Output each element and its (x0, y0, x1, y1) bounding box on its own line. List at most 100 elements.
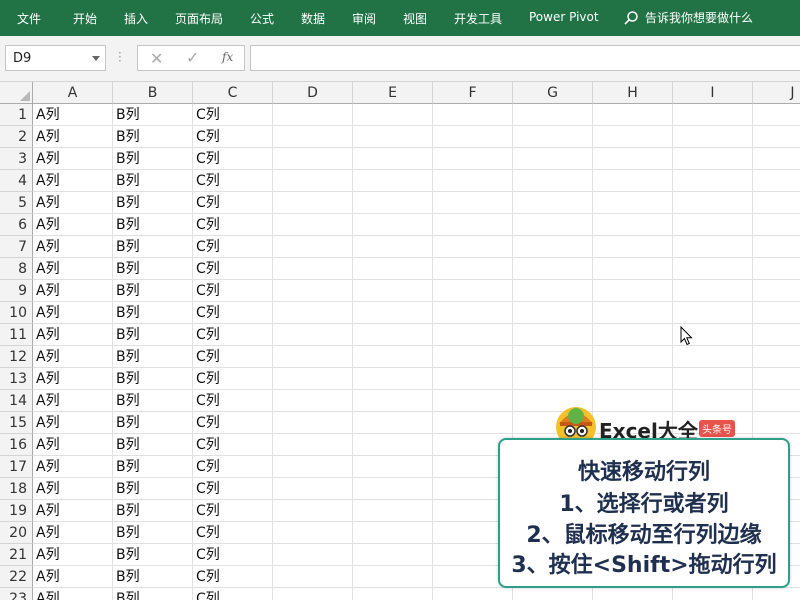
cell-d18[interactable] (273, 478, 353, 500)
cell-b18[interactable]: B列 (113, 478, 193, 500)
cell-a6[interactable]: A列 (33, 214, 113, 236)
cell-j4[interactable] (753, 170, 800, 192)
cell-f3[interactable] (433, 148, 513, 170)
cell-i5[interactable] (673, 192, 753, 214)
cell-i8[interactable] (673, 258, 753, 280)
cell-i4[interactable] (673, 170, 753, 192)
cell-d10[interactable] (273, 302, 353, 324)
cell-h5[interactable] (593, 192, 673, 214)
cell-b15[interactable]: B列 (113, 412, 193, 434)
cell-e19[interactable] (353, 500, 433, 522)
row-header[interactable]: 22 (0, 566, 33, 588)
cell-e18[interactable] (353, 478, 433, 500)
cell-e5[interactable] (353, 192, 433, 214)
column-header-j[interactable]: J (753, 82, 800, 104)
cell-e12[interactable] (353, 346, 433, 368)
cell-f15[interactable] (433, 412, 513, 434)
cell-c3[interactable]: C列 (193, 148, 273, 170)
name-box[interactable]: D9 (5, 45, 106, 71)
cell-e21[interactable] (353, 544, 433, 566)
cell-b17[interactable]: B列 (113, 456, 193, 478)
cell-a3[interactable]: A列 (33, 148, 113, 170)
cell-f13[interactable] (433, 368, 513, 390)
cell-e7[interactable] (353, 236, 433, 258)
cell-e13[interactable] (353, 368, 433, 390)
cancel-icon[interactable]: ✕ (150, 49, 163, 68)
enter-icon[interactable]: ✓ (186, 48, 199, 67)
cell-g9[interactable] (513, 280, 593, 302)
cell-b21[interactable]: B列 (113, 544, 193, 566)
cell-g8[interactable] (513, 258, 593, 280)
cell-i6[interactable] (673, 214, 753, 236)
row-header[interactable]: 1 (0, 104, 33, 126)
cell-a13[interactable]: A列 (33, 368, 113, 390)
tab-data[interactable]: 数据 (301, 10, 325, 27)
cell-c18[interactable]: C列 (193, 478, 273, 500)
cell-d11[interactable] (273, 324, 353, 346)
column-header-c[interactable]: C (193, 82, 273, 104)
column-header-d[interactable]: D (273, 82, 353, 104)
cell-j10[interactable] (753, 302, 800, 324)
column-header-i[interactable]: I (673, 82, 753, 104)
cell-g6[interactable] (513, 214, 593, 236)
cell-g23[interactable] (513, 588, 593, 600)
column-header-a[interactable]: A (33, 82, 113, 104)
cell-b5[interactable]: B列 (113, 192, 193, 214)
cell-e8[interactable] (353, 258, 433, 280)
row-header[interactable]: 23 (0, 588, 33, 600)
cell-i7[interactable] (673, 236, 753, 258)
cell-f6[interactable] (433, 214, 513, 236)
cell-h3[interactable] (593, 148, 673, 170)
cell-j14[interactable] (753, 390, 800, 412)
cell-i23[interactable] (673, 588, 753, 600)
cell-i2[interactable] (673, 126, 753, 148)
cell-g7[interactable] (513, 236, 593, 258)
cell-a22[interactable]: A列 (33, 566, 113, 588)
cell-e4[interactable] (353, 170, 433, 192)
cell-c15[interactable]: C列 (193, 412, 273, 434)
cell-f7[interactable] (433, 236, 513, 258)
cell-j23[interactable] (753, 588, 800, 600)
cell-b12[interactable]: B列 (113, 346, 193, 368)
cell-f1[interactable] (433, 104, 513, 126)
cell-f4[interactable] (433, 170, 513, 192)
cell-b2[interactable]: B列 (113, 126, 193, 148)
cell-h10[interactable] (593, 302, 673, 324)
row-header[interactable]: 10 (0, 302, 33, 324)
column-header-g[interactable]: G (513, 82, 593, 104)
cell-c12[interactable]: C列 (193, 346, 273, 368)
cell-h12[interactable] (593, 346, 673, 368)
cell-a2[interactable]: A列 (33, 126, 113, 148)
cell-g5[interactable] (513, 192, 593, 214)
tab-developer[interactable]: 开发工具 (454, 10, 502, 27)
cell-d16[interactable] (273, 434, 353, 456)
cell-f8[interactable] (433, 258, 513, 280)
column-header-b[interactable]: B (113, 82, 193, 104)
cell-b23[interactable]: B列 (113, 588, 193, 600)
cell-b8[interactable]: B列 (113, 258, 193, 280)
cell-c5[interactable]: C列 (193, 192, 273, 214)
cell-b1[interactable]: B列 (113, 104, 193, 126)
cell-d7[interactable] (273, 236, 353, 258)
cell-g10[interactable] (513, 302, 593, 324)
cell-a11[interactable]: A列 (33, 324, 113, 346)
cell-c11[interactable]: C列 (193, 324, 273, 346)
cell-h7[interactable] (593, 236, 673, 258)
cell-j5[interactable] (753, 192, 800, 214)
row-header[interactable]: 12 (0, 346, 33, 368)
cell-b4[interactable]: B列 (113, 170, 193, 192)
cell-d3[interactable] (273, 148, 353, 170)
cell-a19[interactable]: A列 (33, 500, 113, 522)
cell-a18[interactable]: A列 (33, 478, 113, 500)
cell-d12[interactable] (273, 346, 353, 368)
row-header[interactable]: 14 (0, 390, 33, 412)
cell-h11[interactable] (593, 324, 673, 346)
cell-j1[interactable] (753, 104, 800, 126)
cell-d1[interactable] (273, 104, 353, 126)
cell-f9[interactable] (433, 280, 513, 302)
cell-g12[interactable] (513, 346, 593, 368)
cell-e10[interactable] (353, 302, 433, 324)
chevron-down-icon[interactable] (92, 56, 100, 61)
cell-b11[interactable]: B列 (113, 324, 193, 346)
cell-d22[interactable] (273, 566, 353, 588)
